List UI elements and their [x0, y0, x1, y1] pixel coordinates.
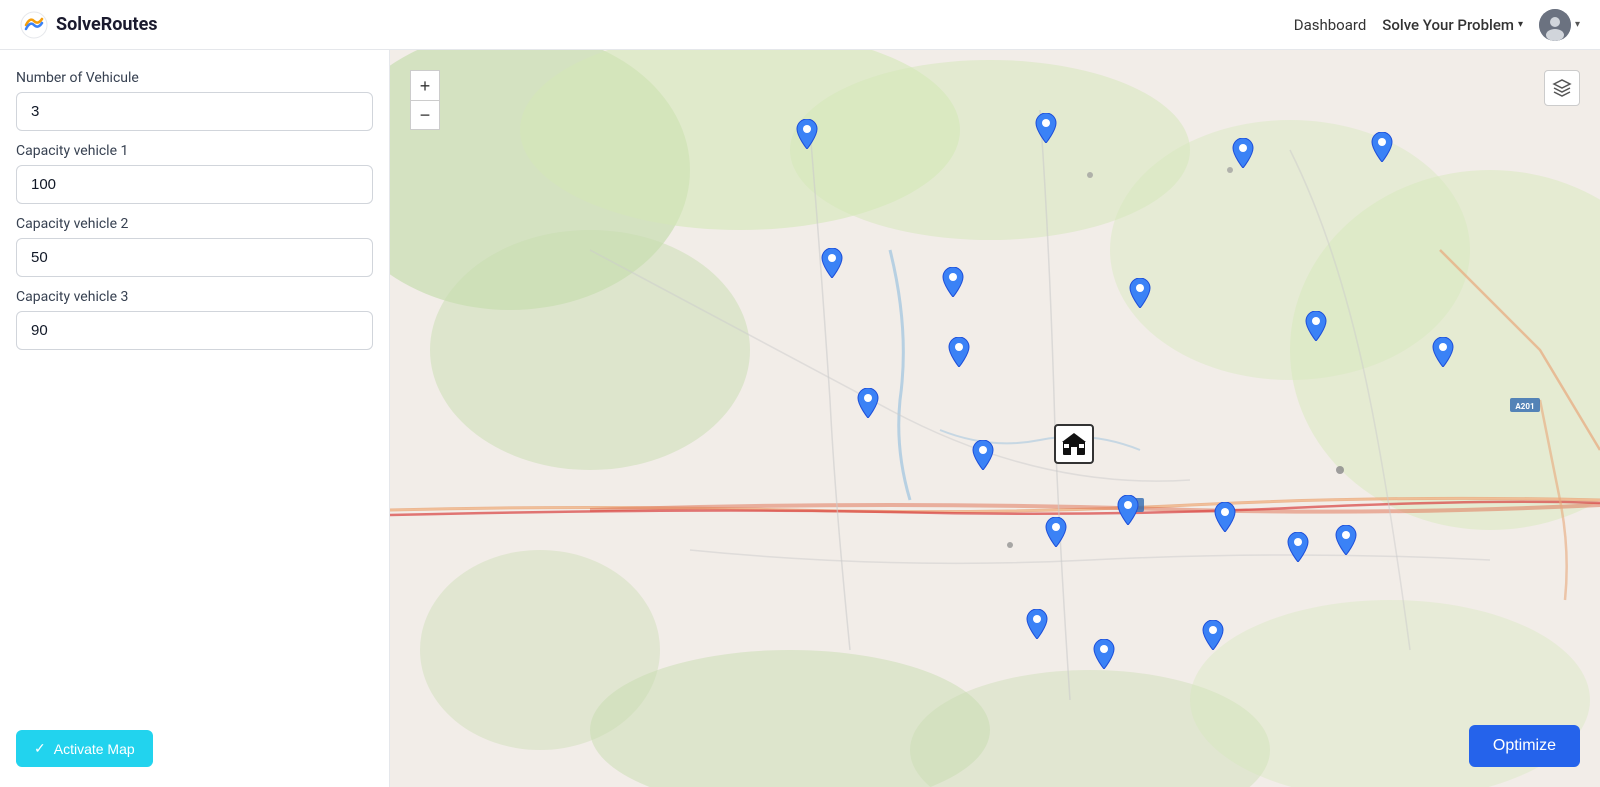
solve-label: Solve Your Problem — [1382, 16, 1514, 34]
map-background: A2 A201 — [390, 50, 1600, 787]
capacity-3-group: Capacity vehicle 3 — [16, 289, 373, 350]
app-header: SolveRoutes Dashboard Solve Your Problem… — [0, 0, 1600, 50]
check-icon: ✓ — [34, 740, 46, 757]
dashboard-link[interactable]: Dashboard — [1294, 16, 1367, 34]
avatar[interactable] — [1539, 9, 1571, 41]
capacity-2-input[interactable] — [16, 238, 373, 277]
avatar-area[interactable]: ▾ — [1539, 9, 1580, 41]
zoom-out-button[interactable]: − — [410, 100, 440, 130]
logo-text: SolveRoutes — [56, 14, 158, 35]
main-nav: Dashboard Solve Your Problem ▾ ▾ — [1294, 9, 1580, 41]
map-area[interactable]: A2 A201 + − — [390, 50, 1600, 787]
num-vehicles-group: Number of Vehicule — [16, 70, 373, 131]
solve-chevron-icon: ▾ — [1518, 19, 1523, 30]
capacity-1-group: Capacity vehicle 1 — [16, 143, 373, 204]
num-vehicles-input[interactable] — [16, 92, 373, 131]
solve-dropdown[interactable]: Solve Your Problem ▾ — [1382, 16, 1523, 34]
warehouse-icon — [1061, 431, 1087, 457]
capacity-3-input[interactable] — [16, 311, 373, 350]
zoom-in-button[interactable]: + — [410, 70, 440, 100]
activate-map-label: Activate Map — [54, 741, 135, 757]
warehouse-marker — [1054, 424, 1094, 464]
optimize-button[interactable]: Optimize — [1469, 725, 1580, 767]
logo-area[interactable]: SolveRoutes — [20, 11, 158, 39]
capacity-1-label: Capacity vehicle 1 — [16, 143, 373, 159]
map-zoom-controls: + − — [410, 70, 440, 130]
capacity-3-label: Capacity vehicle 3 — [16, 289, 373, 305]
capacity-1-input[interactable] — [16, 165, 373, 204]
svg-text:A2: A2 — [1127, 502, 1137, 511]
avatar-chevron-icon: ▾ — [1575, 19, 1580, 30]
svg-text:A201: A201 — [1515, 402, 1534, 411]
capacity-2-label: Capacity vehicle 2 — [16, 216, 373, 232]
main-layout: Number of Vehicule Capacity vehicle 1 Ca… — [0, 50, 1600, 787]
layers-icon — [1552, 78, 1572, 98]
capacity-2-group: Capacity vehicle 2 — [16, 216, 373, 277]
sidebar: Number of Vehicule Capacity vehicle 1 Ca… — [0, 50, 390, 787]
map-layers-button[interactable] — [1544, 70, 1580, 106]
activate-map-button[interactable]: ✓ Activate Map — [16, 730, 153, 767]
logo-icon — [20, 11, 48, 39]
num-vehicles-label: Number of Vehicule — [16, 70, 373, 86]
avatar-image — [1539, 9, 1571, 41]
